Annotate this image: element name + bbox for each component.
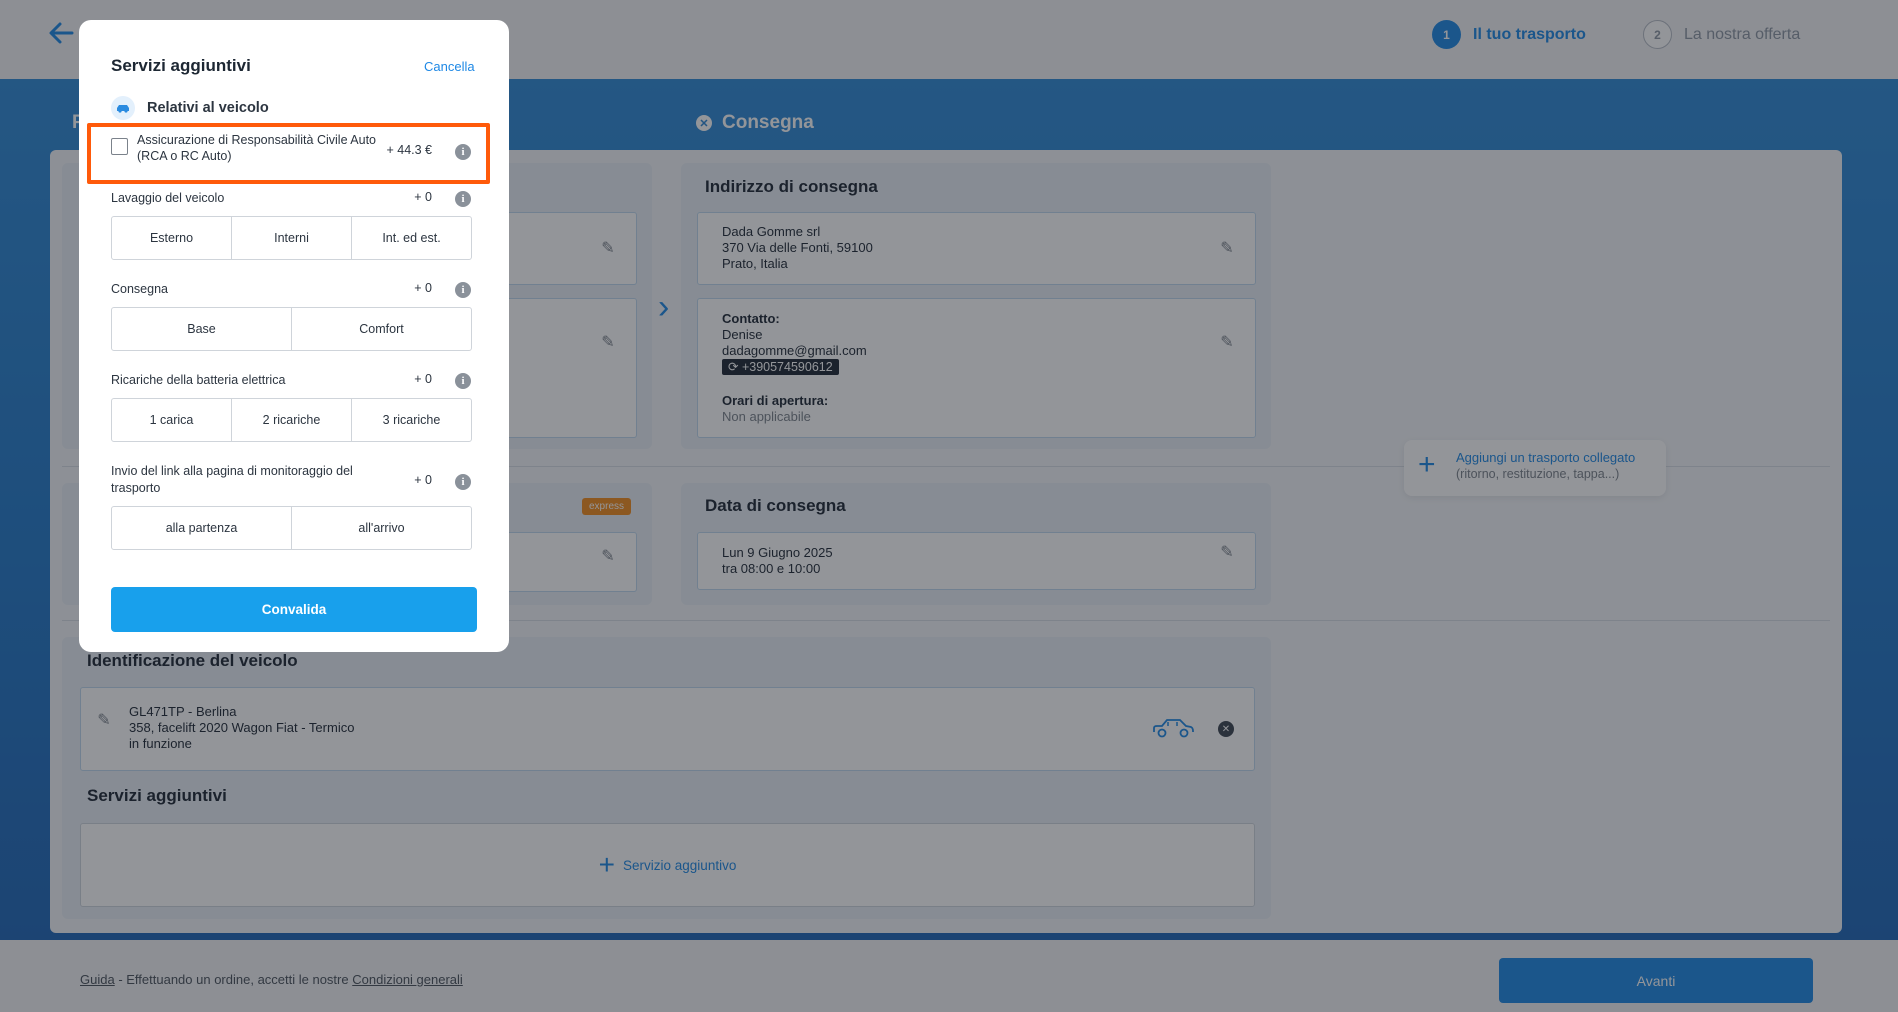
additional-services-modal: Servizi aggiuntivi Cancella Relativi al … — [79, 20, 509, 652]
insurance-checkbox[interactable] — [111, 138, 128, 155]
delivery-option-comfort[interactable]: Comfort — [292, 308, 471, 350]
charging-selector: 1 carica 2 ricariche 3 ricariche — [111, 398, 472, 442]
option-label: Consegna — [111, 282, 168, 296]
info-icon[interactable]: i — [455, 373, 471, 389]
wash-option-both[interactable]: Int. ed est. — [352, 217, 471, 259]
insurance-label: Assicurazione di Responsabilità Civile A… — [137, 133, 377, 163]
tracking-option-arrival[interactable]: all'arrivo — [292, 507, 471, 549]
option-label: Ricariche della batteria elettrica — [111, 373, 286, 387]
info-icon[interactable]: i — [455, 474, 471, 490]
vehicle-section-header: Relativi al veicolo — [111, 96, 269, 120]
option-price: + 0 — [414, 190, 432, 204]
option-price: + 0 — [414, 473, 432, 487]
info-icon[interactable]: i — [455, 282, 471, 298]
wash-selector: Esterno Interni Int. ed est. — [111, 216, 472, 260]
wash-option-exterior[interactable]: Esterno — [112, 217, 232, 259]
tracking-option-departure[interactable]: alla partenza — [112, 507, 292, 549]
submit-button[interactable]: Convalida — [111, 587, 477, 632]
option-label: Lavaggio del veicolo — [111, 191, 225, 205]
charging-option-2[interactable]: 2 ricariche — [232, 399, 352, 441]
option-price: + 0 — [414, 281, 432, 295]
section-label: Relativi al veicolo — [147, 100, 269, 116]
delivery-selector: Base Comfort — [111, 307, 472, 351]
charging-option-1[interactable]: 1 carica — [112, 399, 232, 441]
info-icon[interactable]: i — [455, 191, 471, 207]
insurance-price: + 44.3 € — [386, 143, 432, 157]
wash-option-interior[interactable]: Interni — [232, 217, 352, 259]
modal-title: Servizi aggiuntivi — [111, 56, 251, 75]
charging-option-3[interactable]: 3 ricariche — [352, 399, 471, 441]
cancel-link[interactable]: Cancella — [424, 59, 475, 74]
option-price: + 0 — [414, 372, 432, 386]
option-label: Invio del link alla pagina di monitoragg… — [111, 464, 353, 495]
car-icon — [111, 96, 135, 120]
delivery-option-base[interactable]: Base — [112, 308, 292, 350]
tracking-link-selector: alla partenza all'arrivo — [111, 506, 472, 550]
info-icon[interactable]: i — [455, 144, 471, 160]
